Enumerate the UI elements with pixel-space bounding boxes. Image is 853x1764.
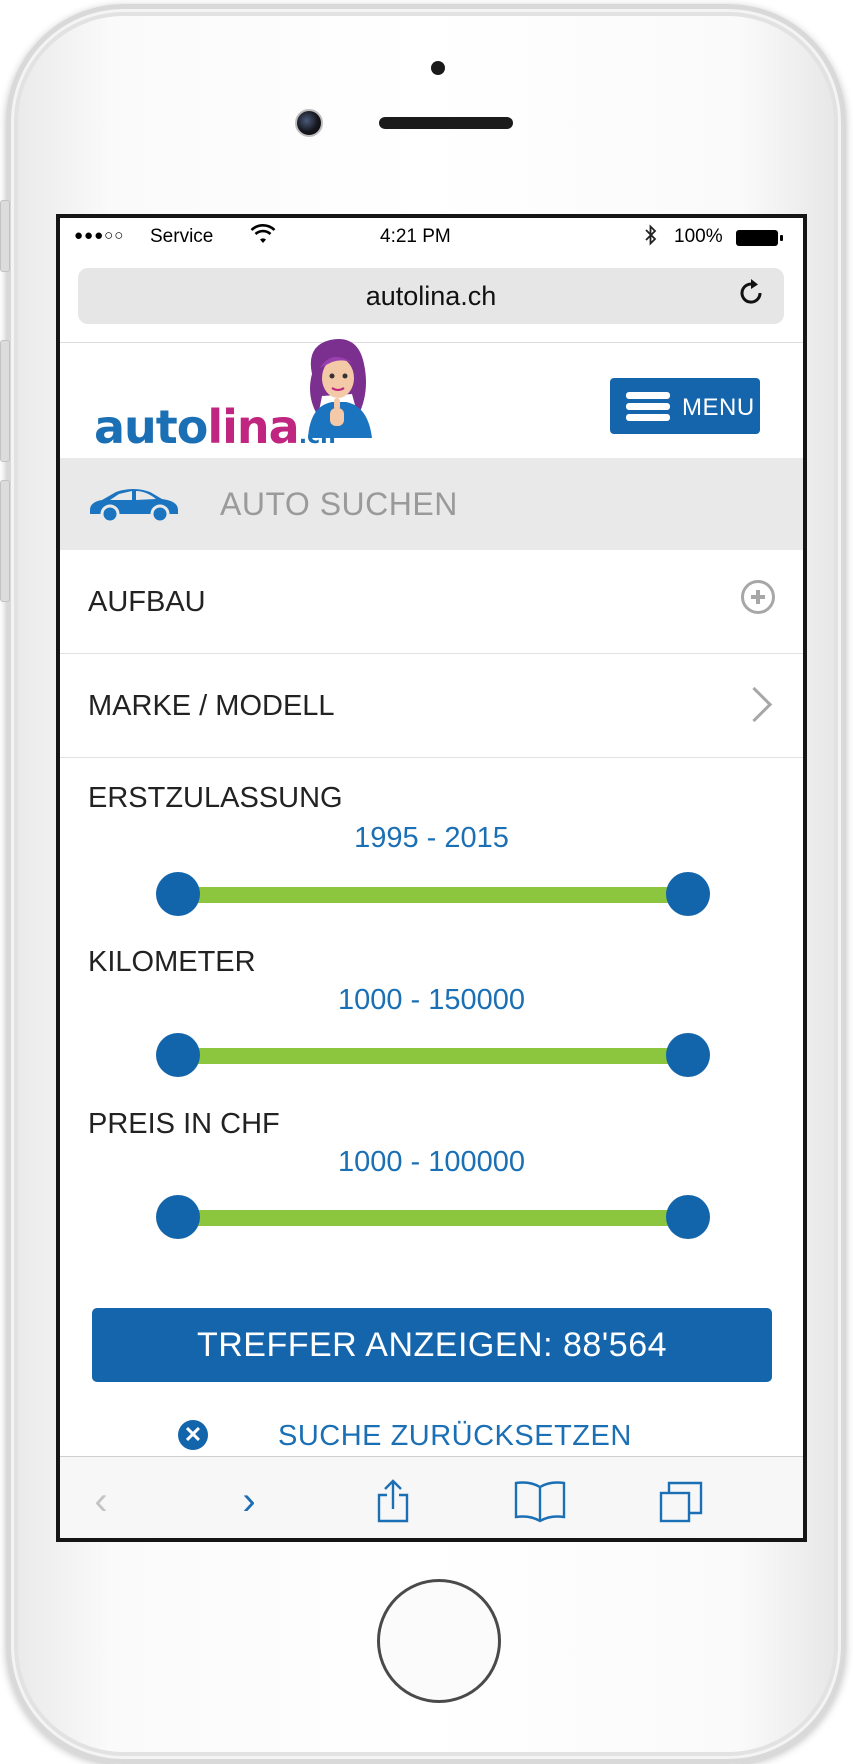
bookmarks-icon[interactable] bbox=[510, 1479, 570, 1523]
signal-strength: ●●●○○ bbox=[74, 227, 125, 244]
reload-icon[interactable] bbox=[738, 276, 766, 314]
bluetooth-icon bbox=[644, 224, 658, 252]
battery-percent: 100% bbox=[674, 226, 723, 247]
logo-text-lina: lina bbox=[207, 400, 299, 454]
back-button[interactable]: ‹ bbox=[76, 1479, 126, 1523]
slider-handle-max[interactable] bbox=[666, 872, 710, 916]
filter-label: AUFBAU bbox=[88, 586, 206, 618]
clock: 4:21 PM bbox=[380, 226, 451, 247]
share-icon[interactable] bbox=[368, 1479, 418, 1523]
phone-screen: ●●●○○ Service 4:21 PM 100% autolina.ch a… bbox=[56, 214, 807, 1542]
status-bar: ●●●○○ Service 4:21 PM 100% bbox=[60, 218, 803, 256]
slider-handle-min[interactable] bbox=[156, 1195, 200, 1239]
car-icon bbox=[90, 489, 178, 524]
reset-search-link[interactable]: ✕ SUCHE ZURÜCKSETZEN bbox=[60, 1418, 803, 1458]
slider-handle-max[interactable] bbox=[666, 1033, 710, 1077]
tabs-icon[interactable] bbox=[656, 1479, 706, 1523]
home-button[interactable] bbox=[377, 1579, 501, 1703]
close-circle-icon: ✕ bbox=[178, 1420, 208, 1450]
url-text: autolina.ch bbox=[365, 281, 497, 311]
slider-track bbox=[174, 1048, 692, 1064]
slider-track bbox=[174, 1210, 692, 1226]
address-bar[interactable]: autolina.ch bbox=[78, 268, 784, 324]
slider-value-preis: 1000 - 100000 bbox=[337, 1146, 526, 1178]
show-results-button[interactable]: TREFFER ANZEIGEN: 88'564 bbox=[92, 1308, 772, 1382]
earpiece-speaker bbox=[379, 117, 513, 129]
slider-value-erstzulassung: 1995 - 2015 bbox=[354, 822, 509, 854]
menu-label: MENU bbox=[682, 394, 755, 421]
slider-handle-min[interactable] bbox=[156, 1033, 200, 1077]
filter-row-marke-modell[interactable]: MARKE / MODELL bbox=[60, 654, 803, 758]
search-title: AUTO SUCHEN bbox=[220, 486, 458, 522]
reset-search-label: SUCHE ZURÜCKSETZEN bbox=[278, 1420, 632, 1452]
slider-label-erstzulassung: ERSTZULASSUNG bbox=[88, 782, 343, 814]
menu-button[interactable]: MENU bbox=[610, 378, 760, 434]
chevron-right-icon bbox=[736, 686, 773, 723]
filter-row-aufbau[interactable]: AUFBAU bbox=[60, 550, 803, 654]
front-camera bbox=[295, 109, 323, 137]
carrier-name: Service bbox=[150, 226, 214, 247]
mascot-illustration bbox=[308, 339, 372, 438]
slider-label-kilometer: KILOMETER bbox=[88, 946, 256, 978]
slider-label-preis: PREIS IN CHF bbox=[88, 1108, 280, 1140]
browser-toolbar: ‹ › bbox=[60, 1456, 803, 1538]
slider-handle-max[interactable] bbox=[666, 1195, 710, 1239]
slider-track bbox=[174, 887, 692, 903]
range-slider-kilometer[interactable] bbox=[156, 1033, 710, 1077]
slider-value-kilometer: 1000 - 150000 bbox=[337, 984, 526, 1016]
volume-up-button bbox=[0, 340, 10, 462]
logo-text-auto: auto bbox=[94, 400, 208, 454]
url-divider bbox=[60, 342, 803, 343]
slider-handle-min[interactable] bbox=[156, 872, 200, 916]
search-header: AUTO SUCHEN bbox=[60, 458, 803, 550]
battery-icon bbox=[736, 230, 783, 246]
hamburger-icon bbox=[626, 392, 670, 422]
expand-plus-icon bbox=[741, 580, 775, 614]
mute-switch bbox=[0, 200, 10, 272]
volume-down-button bbox=[0, 480, 10, 602]
range-slider-preis[interactable] bbox=[156, 1195, 710, 1239]
wifi-icon bbox=[250, 224, 276, 252]
filter-label: MARKE / MODELL bbox=[88, 690, 335, 722]
range-slider-erstzulassung[interactable] bbox=[156, 872, 710, 916]
forward-button[interactable]: › bbox=[224, 1479, 274, 1523]
proximity-sensor bbox=[431, 61, 445, 75]
